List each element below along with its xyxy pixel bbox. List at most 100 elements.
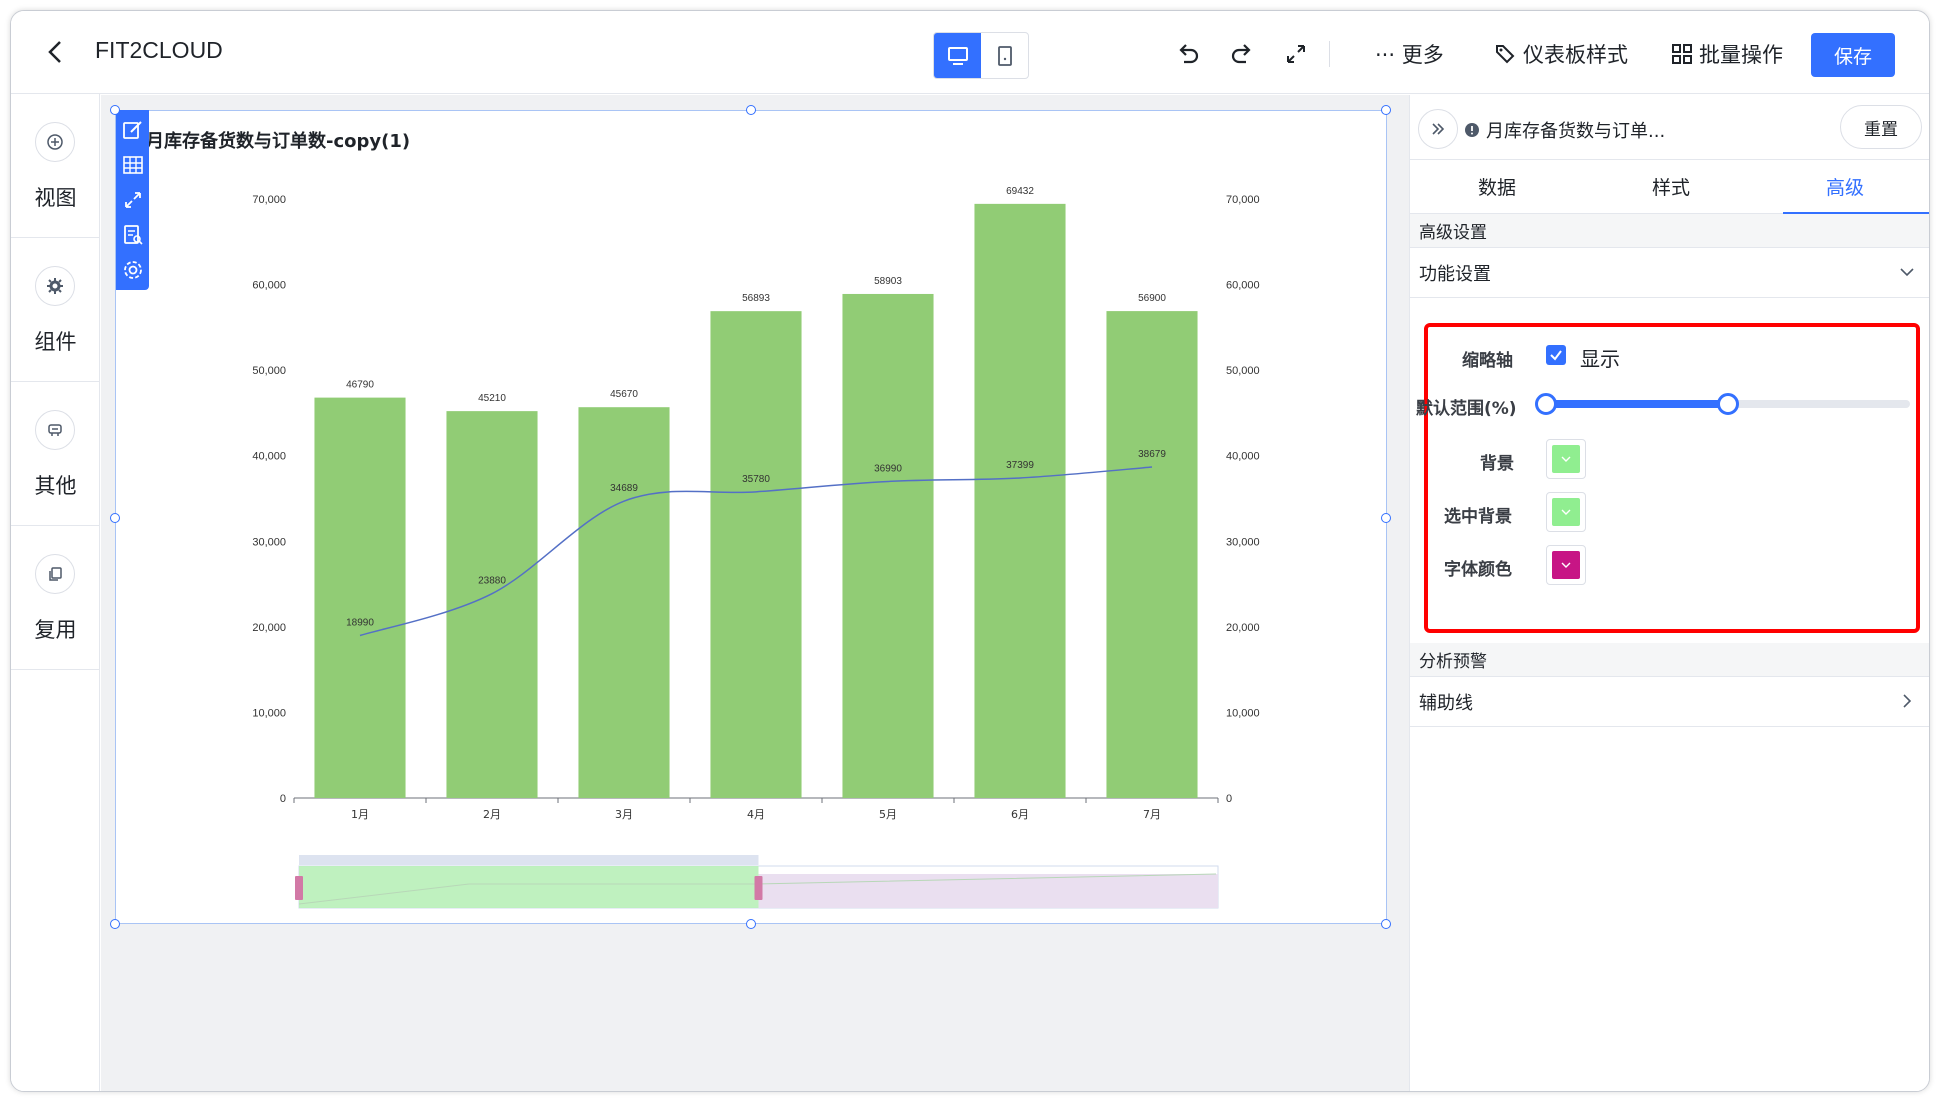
expand-button[interactable]	[120, 186, 146, 214]
edit-button[interactable]	[120, 116, 146, 144]
range-slider-end-handle[interactable]	[1717, 393, 1739, 415]
resize-handle[interactable]	[110, 919, 120, 929]
more-button[interactable]: ··· 更多	[1375, 39, 1444, 69]
y2-tick-label: 0	[1226, 793, 1232, 805]
chart-card[interactable]: 70,000 60,000 50,000 40,000 30,000 20,000 10,0…	[110, 105, 1391, 929]
left-sidebar: 视图 组件 其他 复用	[11, 94, 100, 1091]
bar	[446, 411, 538, 798]
selected-background-color-picker[interactable]	[1546, 492, 1586, 532]
device-toggle	[933, 32, 1029, 79]
sidebar-item-component[interactable]: 组件	[11, 238, 100, 382]
gear-icon	[35, 266, 75, 306]
bar	[710, 311, 802, 798]
zoom-end-handle	[754, 876, 763, 900]
background-swatch	[1552, 445, 1580, 473]
tab-data[interactable]: 数据	[1410, 160, 1584, 213]
zoom-move-bar	[299, 855, 759, 865]
y2-tick-label: 10,000	[1226, 707, 1260, 719]
x-tick-label: 1月	[351, 808, 369, 821]
sidebar-item-label: 视图	[34, 186, 77, 210]
show-checkbox[interactable]	[1546, 345, 1566, 365]
resize-handle[interactable]	[746, 919, 756, 929]
save-button[interactable]: 保存	[1811, 33, 1895, 77]
selected-background-swatch	[1552, 498, 1580, 526]
batch-operation-button[interactable]: 批量操作	[1671, 39, 1783, 69]
advanced-settings-heading: 高级设置	[1410, 214, 1929, 248]
check-icon	[1550, 350, 1562, 361]
chart-title: 月库存备货数与订单数-copy(1)	[146, 131, 411, 152]
resize-handle[interactable]	[110, 105, 120, 115]
show-label: 显示	[1580, 347, 1620, 371]
range-slider-start-handle[interactable]	[1535, 393, 1557, 415]
back-icon	[48, 41, 61, 63]
settings-button[interactable]	[120, 256, 146, 284]
resize-handle[interactable]	[1381, 105, 1391, 115]
app-window: FIT2CLOUD ··· 更多 仪表板样式 批量操作 保存 视图 组件 其他 …	[10, 10, 1930, 1092]
dashboard-canvas: 70,000 60,000 50,000 40,000 30,000 20,000 10,0…	[101, 95, 1409, 1091]
expand-icon	[124, 192, 141, 208]
bar	[314, 397, 406, 798]
grid-button[interactable]	[120, 151, 146, 179]
sidebar-item-view[interactable]: 视图	[11, 94, 100, 238]
property-panel: 月库存备货数与订单... 重置 数据 样式 高级 高级设置 功能设置 缩略轴 显…	[1409, 95, 1929, 1091]
y2-tick-label: 30,000	[1226, 536, 1260, 548]
back-button[interactable]	[41, 37, 71, 67]
bar-data-label: 46790	[346, 380, 374, 391]
y-tick-label: 70,000	[252, 194, 286, 206]
bar-data-label: 56893	[742, 293, 770, 304]
x-tick-label: 4月	[747, 808, 765, 821]
tab-advanced[interactable]: 高级	[1758, 160, 1929, 214]
bar	[974, 203, 1066, 798]
redo-button[interactable]	[1227, 39, 1257, 69]
resize-handle[interactable]	[1381, 919, 1391, 929]
sidebar-item-label: 组件	[34, 330, 77, 354]
chevron-right-icon	[1903, 694, 1912, 708]
desktop-icon	[947, 46, 968, 65]
fullscreen-icon	[1287, 45, 1305, 63]
y2-tick-label: 50,000	[1226, 365, 1260, 377]
collapse-panel-button[interactable]	[1418, 109, 1458, 149]
resize-handle[interactable]	[746, 105, 756, 115]
top-toolbar: FIT2CLOUD ··· 更多 仪表板样式 批量操作 保存	[11, 11, 1929, 94]
line-data-label: 36990	[874, 463, 902, 474]
bar-data-label: 45670	[610, 389, 638, 400]
y2-tick-label: 40,000	[1226, 451, 1260, 463]
font-color-picker[interactable]	[1546, 545, 1586, 585]
range-slider[interactable]	[1535, 393, 1910, 415]
x-tick-label: 3月	[615, 808, 633, 821]
sidebar-item-label: 其他	[34, 474, 77, 498]
y-tick-label: 10,000	[252, 707, 286, 719]
auxiliary-line-row[interactable]: 辅助线	[1410, 677, 1929, 727]
bar-data-label: 69432	[1006, 186, 1034, 197]
detail-button[interactable]	[120, 221, 146, 249]
analysis-warning-heading: 分析预警	[1410, 643, 1929, 677]
function-settings-row[interactable]: 功能设置	[1410, 248, 1929, 298]
y2-tick-label: 60,000	[1226, 280, 1260, 292]
background-color-picker[interactable]	[1546, 439, 1586, 479]
sidebar-item-other[interactable]: 其他	[11, 382, 100, 526]
dashboard-style-button[interactable]: 仪表板样式	[1493, 39, 1628, 69]
y2-tick-label: 20,000	[1226, 622, 1260, 634]
reset-button[interactable]: 重置	[1840, 105, 1922, 149]
y-tick-label: 0	[280, 793, 286, 805]
resize-handle[interactable]	[110, 513, 120, 523]
line-data-label: 34689	[610, 483, 638, 494]
tab-style[interactable]: 样式	[1584, 160, 1758, 213]
mobile-view-button[interactable]	[981, 33, 1028, 78]
y-tick-label: 60,000	[252, 280, 286, 292]
y-tick-label: 50,000	[252, 365, 286, 377]
info-icon	[1465, 123, 1479, 137]
fullscreen-button[interactable]	[1281, 39, 1311, 69]
panel-title: 月库存备货数与订单...	[1464, 117, 1665, 143]
dashboard-style-icon	[1496, 45, 1515, 64]
sidebar-item-label: 复用	[34, 618, 77, 642]
desktop-view-button[interactable]	[934, 33, 981, 78]
batch-label: 批量操作	[1699, 43, 1783, 67]
bar-data-label: 58903	[874, 276, 902, 287]
y-tick-label: 20,000	[252, 622, 286, 634]
resize-handle[interactable]	[1381, 513, 1391, 523]
undo-button[interactable]	[1173, 39, 1203, 69]
batch-icon	[1672, 44, 1692, 64]
sidebar-item-reuse[interactable]: 复用	[11, 526, 100, 670]
edit-icon	[122, 121, 142, 139]
